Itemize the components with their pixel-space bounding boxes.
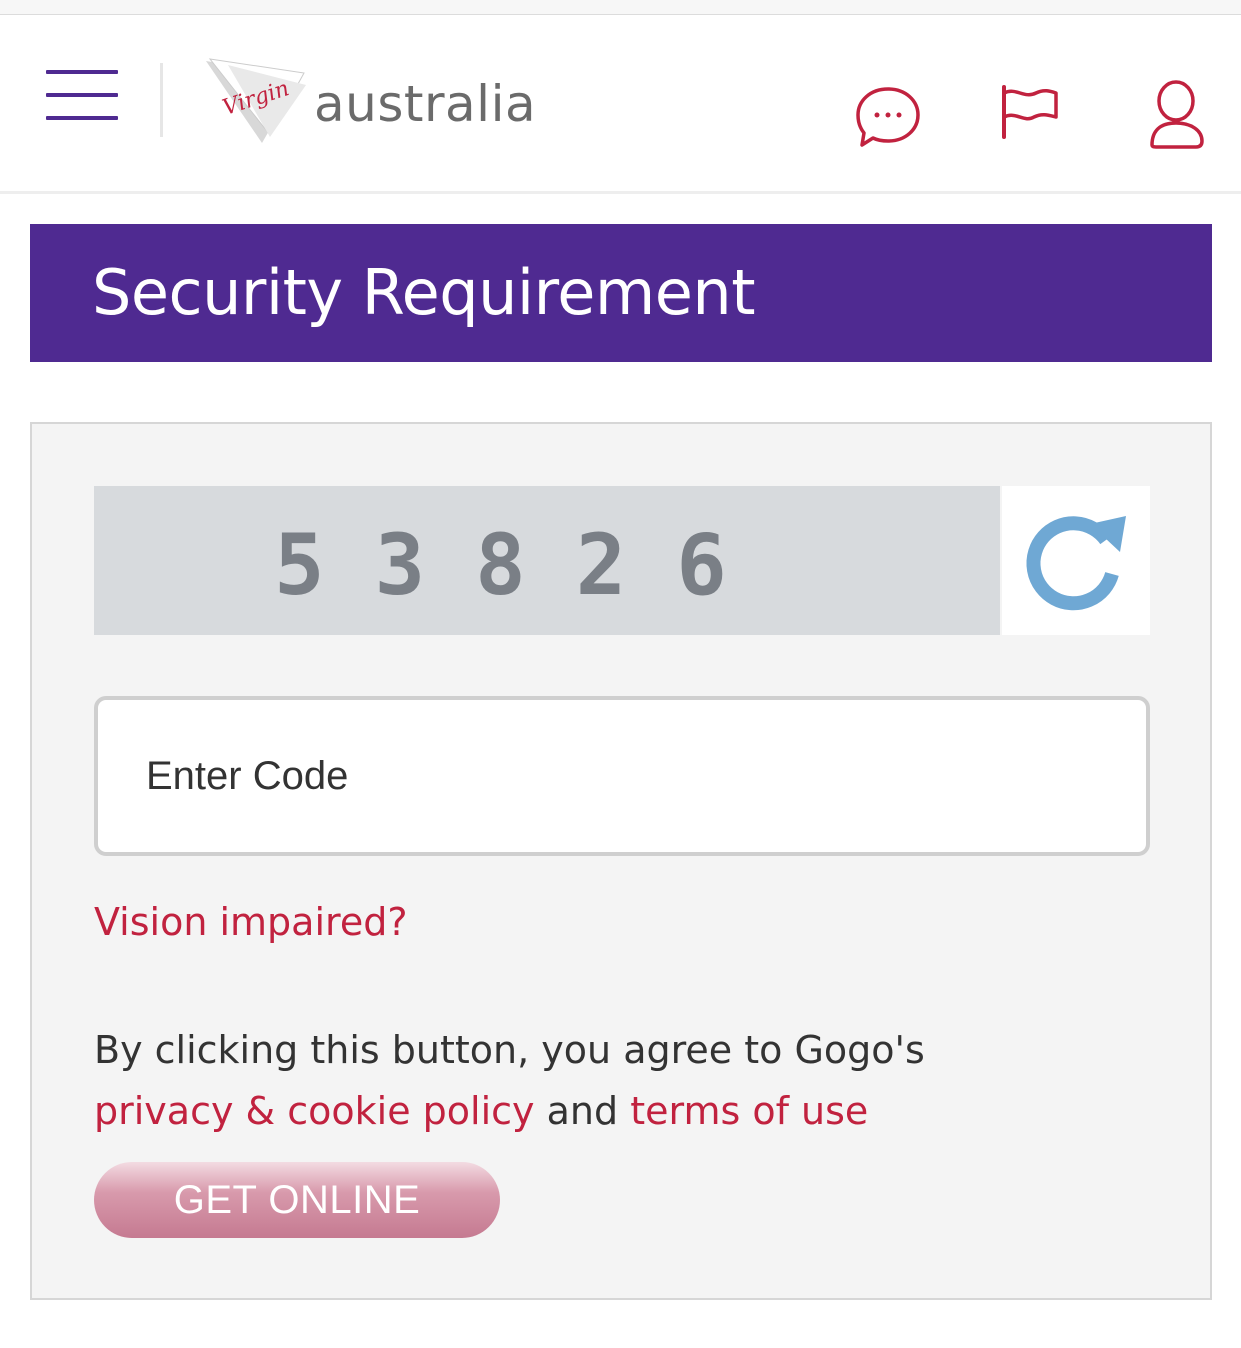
page-title-banner: Security Requirement: [30, 224, 1212, 362]
browser-top-strip: [0, 0, 1241, 15]
flag-icon[interactable]: [990, 79, 1070, 159]
code-input[interactable]: [94, 696, 1150, 856]
agreement-sentence: By clicking this button, you agree to Go…: [94, 1028, 925, 1072]
refresh-captcha-button[interactable]: [1002, 486, 1150, 635]
agreement-text: By clicking this button, you agree to Go…: [94, 1020, 1094, 1142]
vision-impaired-link[interactable]: Vision impaired?: [94, 900, 407, 944]
virgin-australia-logo[interactable]: Virgin australia: [200, 55, 536, 155]
refresh-icon: [1026, 516, 1126, 611]
site-header: Virgin australia: [0, 15, 1241, 194]
agreement-and: and: [546, 1089, 619, 1133]
brand-wordmark: australia: [314, 75, 537, 133]
user-icon[interactable]: [1140, 79, 1220, 159]
terms-of-use-link[interactable]: terms of use: [630, 1089, 868, 1133]
captcha-code: 53826: [274, 516, 777, 614]
header-divider: [160, 63, 163, 137]
virgin-logo-mark: Virgin: [206, 58, 306, 143]
captcha-image: 53826: [94, 486, 1000, 635]
chat-icon[interactable]: [848, 79, 928, 159]
privacy-policy-link[interactable]: privacy & cookie policy: [94, 1089, 535, 1133]
get-online-button[interactable]: GET ONLINE: [94, 1162, 500, 1238]
page-title: Security Requirement: [92, 256, 756, 329]
menu-icon[interactable]: [46, 70, 118, 122]
security-panel: 53826 Vision impaired? By clicking this …: [30, 422, 1212, 1300]
